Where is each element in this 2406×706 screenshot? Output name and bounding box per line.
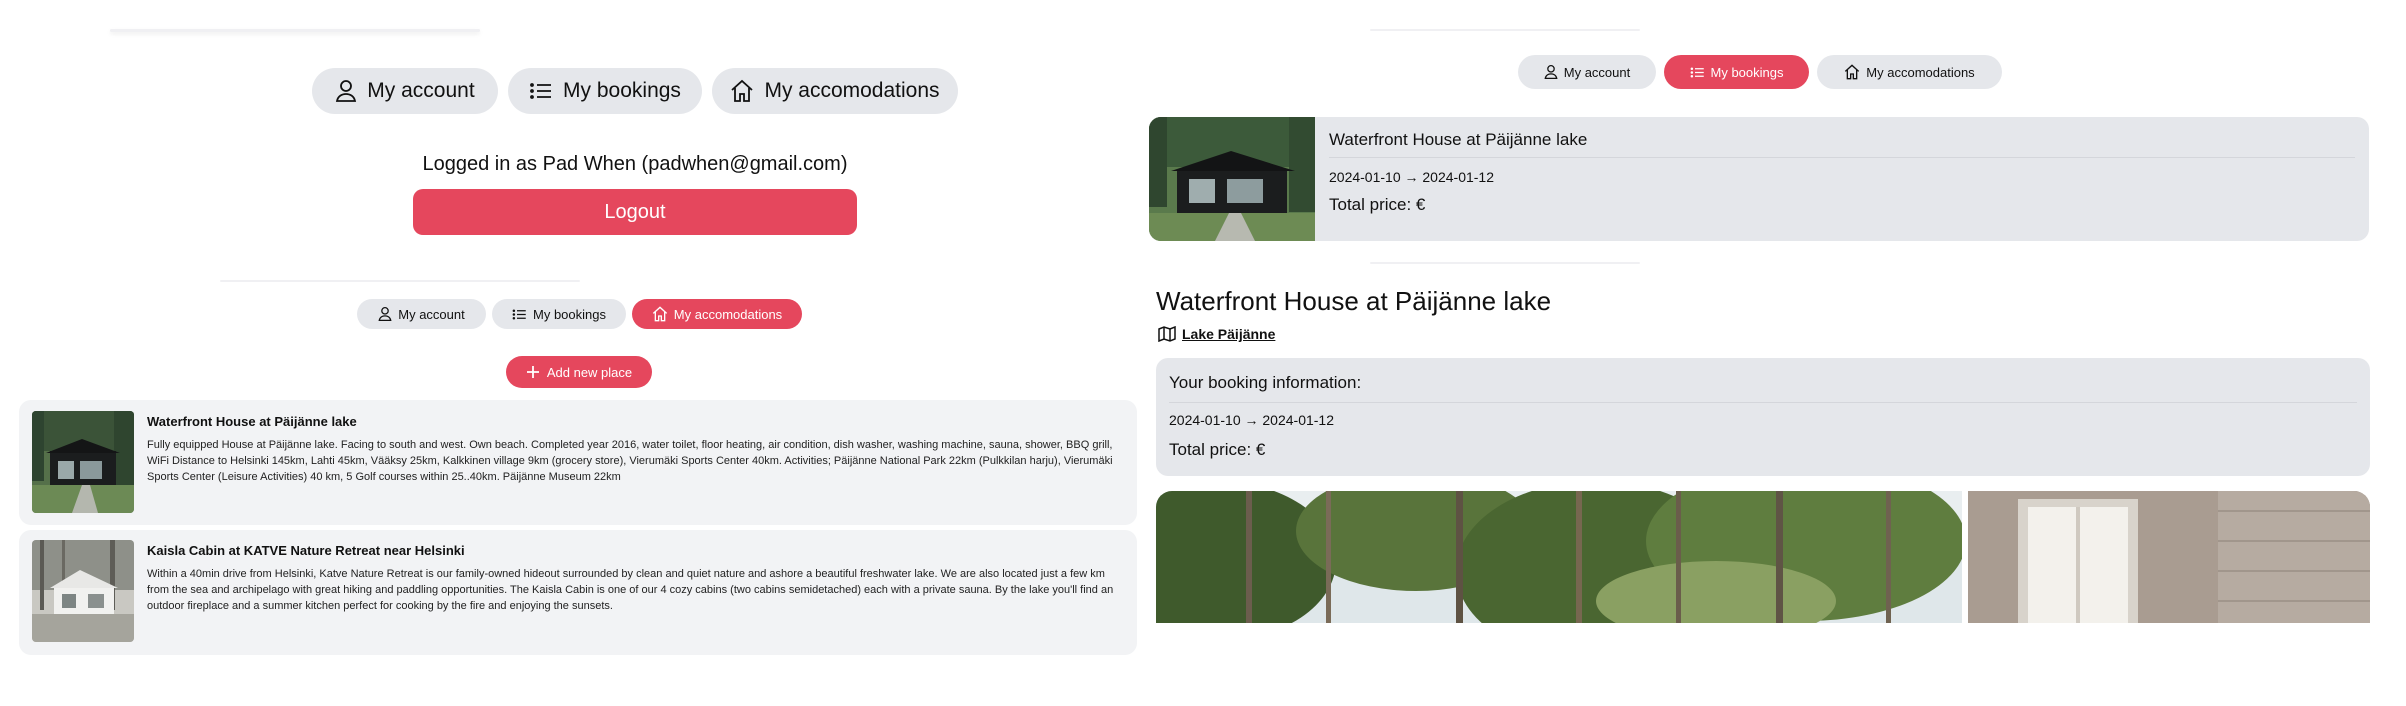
place-detail-title: Waterfront House at Päijänne lake	[1156, 286, 1552, 316]
nav-my-accommodations-right-label: My accomodations	[1866, 64, 1975, 80]
nav-my-account-label: My account	[367, 79, 475, 102]
booking-info-total: Total price: €	[1169, 440, 1266, 459]
location-link[interactable]: Lake Päijänne	[1158, 326, 1275, 342]
nav-my-bookings-right[interactable]: My bookings	[1664, 55, 1809, 89]
nav-my-accommodations-small-label: My accomodations	[673, 306, 783, 322]
logged-in-text: Logged in as Pad When (padwhen@gmail.com…	[422, 153, 848, 175]
add-new-place-label: Add new place	[546, 364, 633, 380]
booking-info-box: Your booking information: 2024-01-10 → 2…	[1156, 358, 2370, 476]
top-divider-right	[1370, 29, 1640, 31]
mid-divider-right	[1370, 262, 1640, 264]
place-card[interactable]: Kaisla Cabin at KATVE Nature Retreat nea…	[19, 530, 1137, 655]
list-icon	[1690, 67, 1704, 77]
user-icon	[336, 80, 357, 102]
place-title: Kaisla Cabin at KATVE Nature Retreat nea…	[147, 543, 465, 558]
booking-title: Waterfront House at Päijänne lake	[1329, 130, 1588, 149]
gallery-photo-main[interactable]	[1156, 491, 1962, 623]
add-new-place-button[interactable]: Add new place	[506, 356, 652, 388]
booking-dates: 2024-01-10 → 2024-01-12	[1329, 169, 1495, 185]
place-card[interactable]: Waterfront House at Päijänne lake Fully …	[19, 400, 1137, 525]
mid-divider-left	[220, 280, 580, 282]
user-icon	[1544, 65, 1558, 79]
location-label: Lake Päijänne	[1182, 326, 1276, 342]
home-icon	[1845, 64, 1860, 80]
booking-total: Total price: €	[1329, 195, 1426, 214]
nav-my-accommodations-right[interactable]: My accomodations	[1817, 55, 2002, 89]
user-icon	[378, 307, 392, 321]
place-description: Fully equipped House at Päijänne lake. F…	[147, 439, 1113, 483]
list-icon	[530, 83, 552, 99]
logout-button[interactable]: Logout	[413, 189, 857, 235]
nav-my-account-right[interactable]: My account	[1518, 55, 1656, 89]
nav-my-accommodations[interactable]: My accomodations	[712, 68, 958, 114]
nav-my-account-small[interactable]: My account	[357, 299, 486, 329]
nav-my-bookings-small[interactable]: My bookings	[492, 299, 626, 329]
booking-divider	[1329, 157, 2355, 158]
nav-my-accommodations-label: My accomodations	[764, 79, 940, 102]
nav-my-account-right-label: My account	[1563, 64, 1631, 80]
place-title: Waterfront House at Päijänne lake	[147, 414, 357, 429]
top-divider-left	[110, 29, 480, 32]
nav-my-bookings-label: My bookings	[563, 79, 681, 102]
booking-card[interactable]: Waterfront House at Päijänne lake 2024-0…	[1149, 117, 2369, 241]
nav-my-bookings[interactable]: My bookings	[508, 68, 702, 114]
nav-my-bookings-right-label: My bookings	[1710, 64, 1784, 80]
map-icon	[1158, 326, 1176, 342]
place-thumbnail	[32, 411, 134, 513]
nav-my-account-small-label: My account	[398, 306, 465, 322]
nav-my-account[interactable]: My account	[312, 68, 498, 114]
place-description: Within a 40min drive from Helsinki, Katv…	[147, 568, 1114, 612]
home-icon	[731, 79, 754, 102]
nav-my-bookings-small-label: My bookings	[533, 306, 606, 322]
logout-button-label: Logout	[604, 200, 666, 223]
place-thumbnail	[32, 540, 134, 642]
booking-info-heading: Your booking information:	[1169, 373, 1362, 392]
booking-thumbnail	[1149, 117, 1315, 241]
home-icon	[652, 306, 667, 322]
gallery-photo-secondary[interactable]	[1968, 491, 2370, 623]
booking-info-divider	[1169, 402, 2357, 403]
list-icon	[512, 309, 526, 319]
booking-info-dates: 2024-01-10 → 2024-01-12	[1169, 412, 1335, 428]
plus-icon	[526, 366, 539, 378]
nav-my-accommodations-small[interactable]: My accomodations	[632, 299, 802, 329]
